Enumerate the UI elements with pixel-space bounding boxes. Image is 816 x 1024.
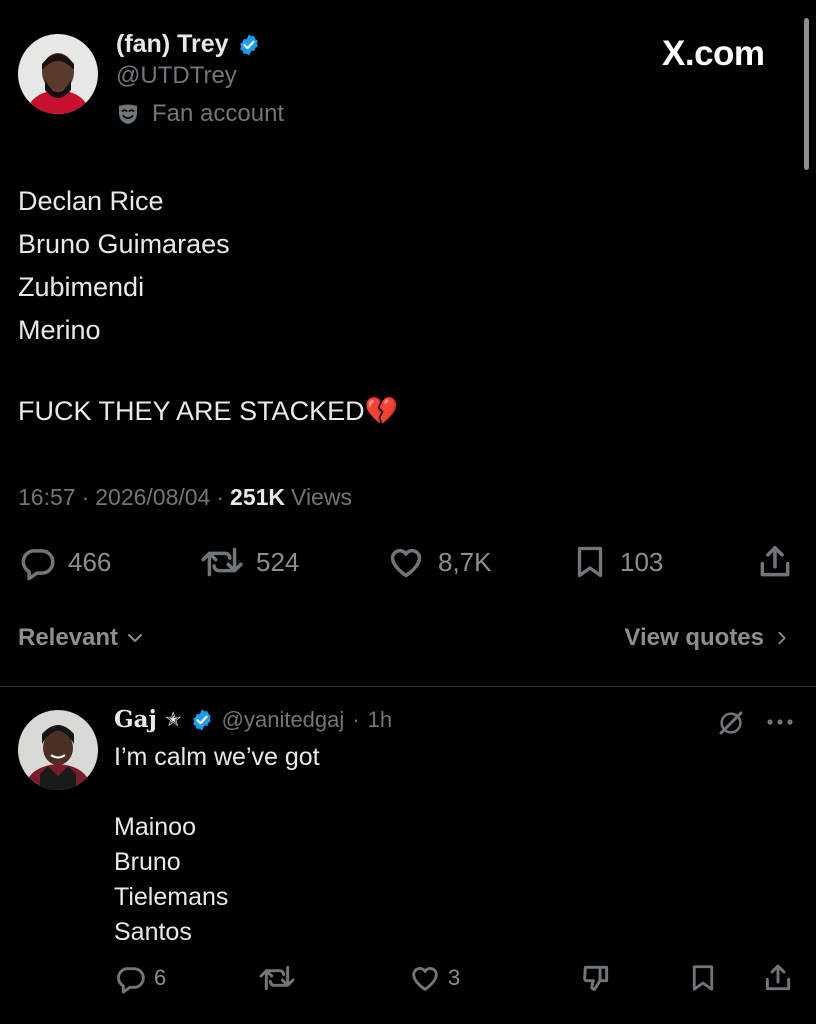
tweet-shout-text: FUCK THEY ARE STACKED: [18, 396, 365, 426]
reply-display-name[interactable]: Gaj: [114, 706, 157, 733]
views-count: 251K: [230, 484, 286, 510]
tweet-body: Declan Rice Bruno Guimaraes Zubimendi Me…: [18, 180, 230, 352]
avatar-gaj[interactable]: [18, 710, 98, 790]
tweet-shout: FUCK THEY ARE STACKED 💔: [18, 390, 398, 433]
reply-repost-button[interactable]: [258, 962, 296, 994]
reply-icon: [21, 549, 55, 581]
reply-downvote-button[interactable]: [580, 962, 612, 994]
fan-mask-icon: [119, 104, 137, 124]
meta-dot: ·: [216, 484, 225, 510]
share-icon: [760, 546, 790, 577]
broken-heart-emoji: 💔: [364, 396, 399, 426]
reply-reply-button[interactable]: 6: [114, 962, 166, 994]
reply-like-button[interactable]: 3: [408, 962, 460, 994]
thumbs-down-icon: [583, 965, 609, 991]
tweet-meta: 16:57 · 2026/08/04 · 251K Views: [18, 484, 352, 511]
tweet-line: Merino: [18, 315, 101, 345]
reply-like-count: 3: [448, 965, 461, 990]
reply-bookmark-button[interactable]: [688, 962, 718, 994]
bookmark-count: 103: [620, 546, 664, 577]
chevron-right-icon: [778, 631, 786, 645]
bookmark-icon: [577, 546, 603, 578]
repost-button[interactable]: 524: [200, 543, 299, 581]
repost-icon: [259, 965, 295, 991]
tweet-line: Declan Rice: [18, 186, 164, 216]
reply-share-button[interactable]: [762, 962, 794, 994]
avatar-image: [18, 710, 98, 790]
share-icon: [765, 964, 791, 991]
meta-dot: ·: [352, 706, 360, 732]
chevron-down-icon: [128, 634, 143, 642]
reply-line: I’m calm we’ve got: [114, 743, 320, 771]
bookmark-button[interactable]: 103: [572, 543, 663, 581]
reply-handle[interactable]: @yanitedgaj: [222, 707, 345, 733]
share-button[interactable]: [756, 543, 794, 581]
avatar-trey[interactable]: [18, 34, 98, 114]
tweet-time[interactable]: 16:57: [18, 484, 76, 511]
reply-list-item: Mainoo: [114, 813, 196, 841]
more-options-icon[interactable]: [764, 710, 796, 739]
grok-icon[interactable]: [716, 708, 746, 743]
reply-list-item: Bruno: [114, 848, 181, 876]
meta-dot: ·: [81, 484, 90, 510]
repost-icon: [201, 547, 243, 577]
heart-icon: [390, 548, 422, 578]
sort-relevant-button[interactable]: Relevant: [18, 624, 144, 652]
sort-relevant-label: Relevant: [18, 624, 119, 651]
x-com-logo[interactable]: X.com: [662, 34, 765, 74]
tweet-date[interactable]: 2026/08/04: [95, 484, 210, 511]
verified-badge-icon: [239, 34, 258, 55]
grok-icon-graphic: [719, 711, 743, 735]
scrollbar[interactable]: [804, 18, 809, 170]
bookmark-icon: [692, 965, 714, 991]
reply-reply-count: 6: [154, 965, 167, 990]
avatar-image: [18, 34, 98, 114]
views-label: Views: [291, 484, 352, 510]
like-count: 8,7K: [438, 546, 492, 577]
reply-icon: [117, 967, 145, 994]
repost-count: 524: [256, 546, 300, 577]
fan-account-label: Fan account: [152, 100, 285, 127]
verified-badge-icon: [192, 709, 211, 730]
section-divider: [0, 686, 816, 687]
handle[interactable]: @UTDTrey: [116, 62, 237, 90]
view-quotes-button[interactable]: View quotes: [624, 624, 790, 652]
reply-count: 466: [68, 546, 112, 577]
ellipsis-icon: [767, 719, 793, 725]
reply-header: Gaj ✭ @yanitedgaj · 1h: [114, 706, 392, 733]
reply-list-item: Santos: [114, 918, 192, 946]
tweet-line: Zubimendi: [18, 272, 145, 302]
reply-body: I’m calm we’ve got Mainoo Bruno Tieleman…: [114, 740, 320, 950]
display-name[interactable]: (fan) Trey: [116, 30, 229, 59]
reply-button[interactable]: 466: [18, 543, 111, 581]
view-quotes-label: View quotes: [624, 624, 764, 651]
reply-star: ✭: [164, 709, 182, 731]
like-button[interactable]: 8,7K: [386, 543, 492, 581]
heart-icon: [412, 966, 438, 991]
tweet-line: Bruno Guimaraes: [18, 229, 230, 259]
reply-time[interactable]: 1h: [368, 707, 392, 733]
reply-list-item: Tielemans: [114, 883, 229, 911]
